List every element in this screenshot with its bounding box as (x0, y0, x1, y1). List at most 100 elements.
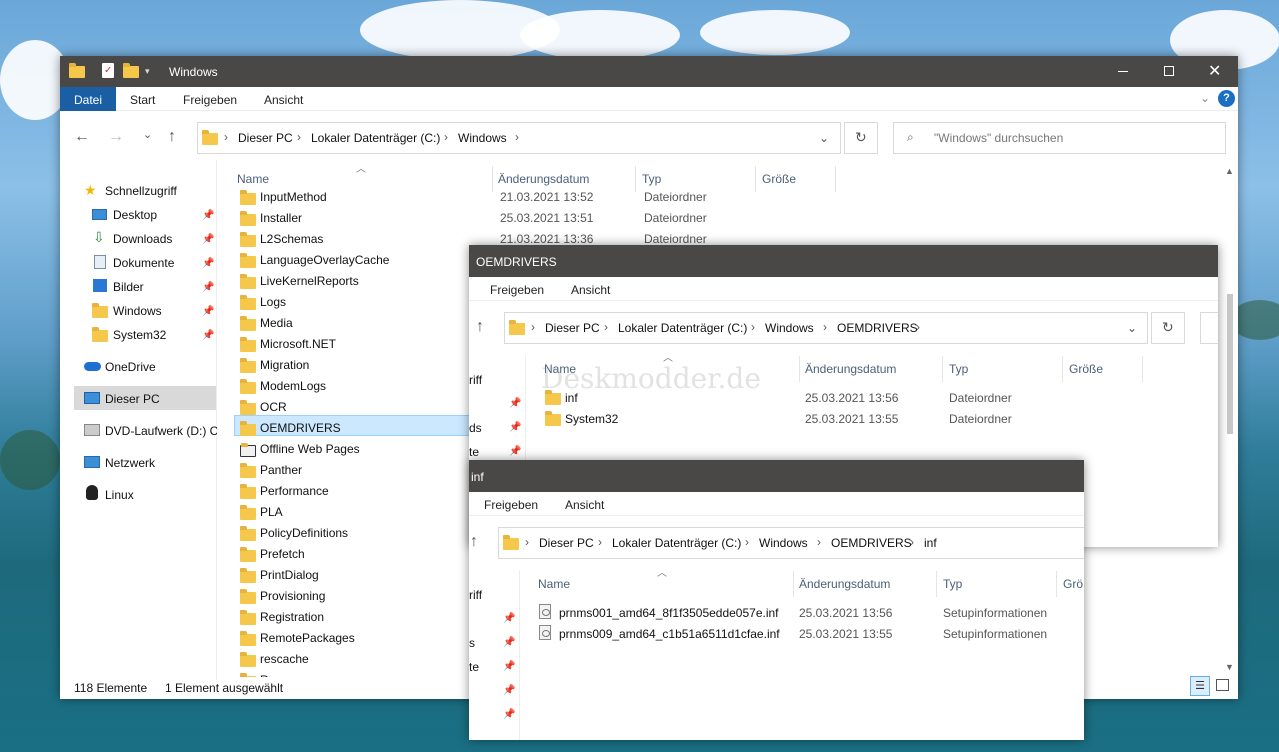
address-bar[interactable]: › Dieser PC › Lokaler Datenträger (C:) ›… (504, 312, 1148, 344)
up-button[interactable]: ↑ (470, 533, 478, 551)
tab-view[interactable]: Ansicht (264, 93, 303, 107)
file-name[interactable]: prnms009_amd64_c1b51a6511d1cfae.inf (559, 627, 780, 641)
file-name[interactable]: L2Schemas (260, 232, 323, 246)
breadcrumb-this-pc[interactable]: Dieser PC (539, 536, 594, 550)
forward-button[interactable]: → (108, 128, 124, 146)
address-bar[interactable]: › Dieser PC › Lokaler Datenträger (C:) ›… (498, 527, 1084, 559)
new-folder-icon[interactable] (123, 63, 139, 78)
up-button[interactable]: ↑ (476, 318, 484, 336)
file-name[interactable]: LanguageOverlayCache (260, 253, 389, 267)
nav-dvd-drive[interactable]: DVD-Laufwerk (D:) C( (105, 424, 217, 438)
breadcrumb-oemdrivers[interactable]: OEMDRIVERS (837, 321, 918, 335)
refresh-button[interactable]: ↻ (844, 122, 878, 154)
nav-fragment[interactable]: ds (469, 421, 482, 435)
nav-windows[interactable]: Windows (113, 304, 162, 318)
back-button[interactable]: ← (74, 128, 90, 146)
file-name[interactable]: OEMDRIVERS (260, 421, 341, 435)
column-size[interactable]: Grö (1063, 577, 1083, 591)
file-name[interactable]: Microsoft.NET (260, 337, 336, 351)
breadcrumb-local-disk[interactable]: Lokaler Datenträger (C:) (612, 536, 741, 550)
tab-share[interactable]: Freigeben (183, 93, 237, 107)
scroll-down-icon[interactable]: ▼ (1225, 662, 1234, 672)
file-name[interactable]: Prefetch (260, 547, 305, 561)
column-name[interactable]: Name (237, 172, 269, 186)
file-name[interactable]: Performance (260, 484, 329, 498)
breadcrumb-windows[interactable]: Windows (458, 131, 507, 145)
ribbon-expand-icon[interactable]: ⌄ (1200, 91, 1210, 105)
tab-share[interactable]: Freigeben (490, 283, 544, 297)
breadcrumb-oemdrivers[interactable]: OEMDRIVERS (831, 536, 912, 550)
tab-view[interactable]: Ansicht (565, 498, 604, 512)
breadcrumb-inf[interactable]: inf (924, 536, 937, 550)
column-type[interactable]: Typ (949, 362, 968, 376)
file-name[interactable]: R (260, 673, 269, 677)
file-name[interactable]: InputMethod (260, 190, 327, 204)
address-bar[interactable]: › Dieser PC › Lokaler Datenträger (C:) ›… (197, 122, 841, 154)
file-name[interactable]: System32 (565, 412, 618, 426)
title-bar[interactable]: OEMDRIVERS (469, 245, 1218, 277)
nav-network[interactable]: Netzwerk (105, 456, 155, 470)
nav-pictures[interactable]: Bilder (113, 280, 144, 294)
breadcrumb-this-pc[interactable]: Dieser PC (545, 321, 600, 335)
column-type[interactable]: Typ (642, 172, 661, 186)
breadcrumb-this-pc[interactable]: Dieser PC (238, 131, 293, 145)
column-size[interactable]: Größe (762, 172, 796, 186)
tab-share[interactable]: Freigeben (484, 498, 538, 512)
file-name[interactable]: Logs (260, 295, 286, 309)
column-date[interactable]: Änderungsdatum (799, 577, 890, 591)
file-name[interactable]: Migration (260, 358, 309, 372)
maximize-icon[interactable] (1164, 66, 1174, 76)
column-size[interactable]: Größe (1069, 362, 1103, 376)
column-date[interactable]: Änderungsdatum (805, 362, 896, 376)
breadcrumb-windows[interactable]: Windows (765, 321, 814, 335)
file-name[interactable]: inf (565, 391, 578, 405)
nav-system32[interactable]: System32 (113, 328, 166, 342)
refresh-button[interactable]: ↻ (1151, 312, 1185, 344)
file-name[interactable]: LiveKernelReports (260, 274, 359, 288)
file-name[interactable]: prnms001_amd64_8f1f3505edde057e.inf (559, 606, 779, 620)
breadcrumb-windows[interactable]: Windows (759, 536, 808, 550)
help-icon[interactable]: ? (1218, 90, 1235, 107)
file-name[interactable]: PLA (260, 505, 283, 519)
close-icon[interactable]: ✕ (1208, 61, 1221, 81)
address-dropdown-icon[interactable]: ⌄ (1127, 321, 1137, 335)
details-view-button[interactable]: ☰ (1190, 676, 1210, 696)
tab-file[interactable]: Datei (60, 87, 117, 111)
nav-fragment[interactable]: riff (469, 373, 482, 387)
file-name[interactable]: PolicyDefinitions (260, 526, 348, 540)
nav-linux[interactable]: Linux (105, 488, 134, 502)
nav-desktop[interactable]: Desktop (113, 208, 157, 222)
file-name[interactable]: ModemLogs (260, 379, 326, 393)
minimize-icon[interactable] (1118, 71, 1128, 72)
nav-quick-access[interactable]: Schnellzugriff (105, 184, 177, 198)
breadcrumb-local-disk[interactable]: Lokaler Datenträger (C:) (311, 131, 440, 145)
file-name[interactable]: Panther (260, 463, 302, 477)
recent-locations-icon[interactable]: ⌄ (143, 128, 152, 141)
file-name[interactable]: Installer (260, 211, 302, 225)
breadcrumb-local-disk[interactable]: Lokaler Datenträger (C:) (618, 321, 747, 335)
nav-fragment[interactable]: te (469, 660, 479, 674)
scroll-up-icon[interactable]: ▲ (1225, 166, 1234, 176)
nav-fragment[interactable]: riff (469, 588, 482, 602)
tab-home[interactable]: Start (130, 93, 155, 107)
large-icons-view-button[interactable] (1216, 679, 1229, 691)
file-name[interactable]: RemotePackages (260, 631, 355, 645)
search-input[interactable] (1200, 312, 1218, 344)
nav-downloads[interactable]: Downloads (113, 232, 172, 246)
qat-dropdown-icon[interactable]: ▾ (145, 66, 150, 77)
tab-view[interactable]: Ansicht (571, 283, 610, 297)
file-name[interactable]: Media (260, 316, 293, 330)
file-name[interactable]: Offline Web Pages (260, 442, 360, 456)
address-dropdown-icon[interactable]: ⌄ (819, 131, 829, 145)
file-name[interactable]: Provisioning (260, 589, 325, 603)
title-bar[interactable]: inf (469, 460, 1084, 492)
title-bar[interactable]: ✓ ▾ Windows ✕ (60, 56, 1238, 87)
nav-documents[interactable]: Dokumente (113, 256, 174, 270)
nav-fragment[interactable]: te (469, 445, 479, 459)
up-button[interactable]: ↑ (168, 128, 176, 146)
column-name[interactable]: Name (538, 577, 570, 591)
column-type[interactable]: Typ (943, 577, 962, 591)
file-name[interactable]: OCR (260, 400, 287, 414)
scrollbar-thumb[interactable] (1227, 294, 1233, 434)
file-name[interactable]: Registration (260, 610, 324, 624)
